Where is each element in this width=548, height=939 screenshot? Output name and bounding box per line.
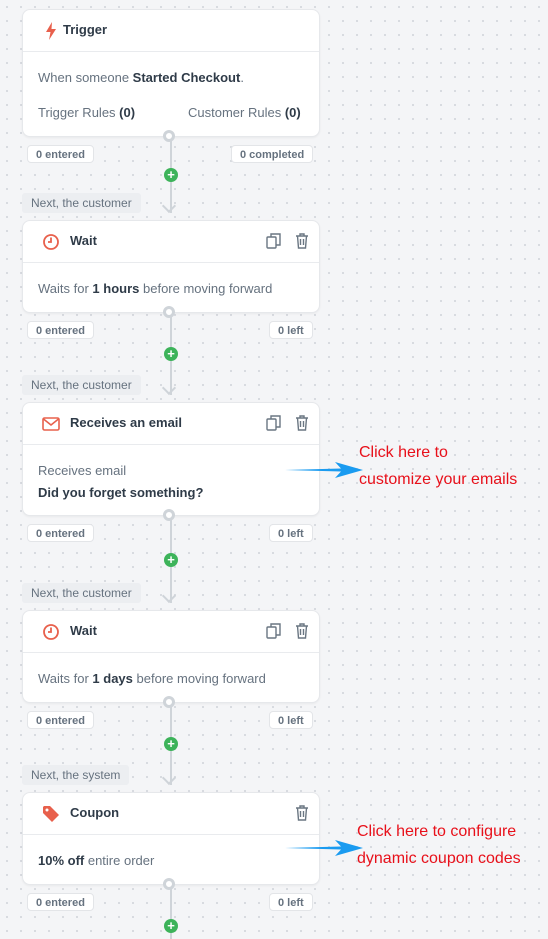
trash-icon[interactable] bbox=[293, 232, 311, 250]
connector-arrow bbox=[161, 770, 177, 786]
email-title: Receives an email bbox=[70, 415, 183, 430]
add-step-button[interactable]: + bbox=[164, 168, 178, 182]
next-label: Next, the customer bbox=[22, 583, 141, 603]
wait-title: Wait bbox=[70, 623, 97, 638]
trigger-title: Trigger bbox=[63, 22, 108, 37]
wait-card-header: Wait bbox=[23, 221, 319, 263]
coupon-entered-count: 0 entered bbox=[27, 893, 94, 911]
envelope-icon bbox=[42, 417, 60, 431]
trigger-desc-prefix: When someone bbox=[38, 70, 133, 85]
wait-duration: 1 days bbox=[92, 671, 133, 686]
coupon-description: 10% off entire order bbox=[38, 853, 154, 868]
lightning-icon bbox=[46, 22, 56, 40]
annotation-arrow bbox=[285, 840, 363, 856]
trigger-rules-label: Trigger Rules bbox=[38, 105, 116, 120]
connector-node bbox=[163, 509, 175, 521]
trash-icon[interactable] bbox=[293, 804, 311, 822]
email-annotation-line2: customize your emails bbox=[359, 471, 518, 488]
trigger-completed-count: 0 completed bbox=[231, 145, 314, 163]
add-step-button[interactable]: + bbox=[164, 553, 178, 567]
coupon-card-header: Coupon bbox=[23, 793, 319, 835]
wait-desc-prefix: Waits for bbox=[38, 281, 93, 296]
trash-icon[interactable] bbox=[293, 414, 311, 432]
wait-card[interactable]: Wait Waits for 1 hours before moving for… bbox=[22, 220, 320, 313]
duplicate-icon[interactable] bbox=[265, 622, 283, 640]
next-label: Next, the customer bbox=[22, 193, 141, 213]
wait-left-count: 0 left bbox=[269, 711, 313, 729]
wait-title: Wait bbox=[70, 233, 97, 248]
connector-arrow bbox=[161, 588, 177, 604]
duplicate-icon[interactable] bbox=[265, 232, 283, 250]
coupon-annotation: Click here to configure dynamic coupon c… bbox=[357, 818, 521, 872]
connector-node bbox=[163, 130, 175, 142]
trigger-event: Started Checkout bbox=[132, 70, 241, 85]
tag-icon bbox=[43, 806, 59, 822]
coupon-title: Coupon bbox=[70, 805, 120, 820]
email-annotation-line1: Click here to bbox=[359, 444, 448, 461]
wait-entered-count: 0 entered bbox=[27, 711, 94, 729]
email-left-count: 0 left bbox=[269, 524, 313, 542]
wait-description: Waits for 1 days before moving forward bbox=[38, 671, 266, 686]
coupon-desc-suffix: entire order bbox=[84, 853, 155, 868]
customer-rules-count: (0) bbox=[284, 105, 301, 120]
wait-desc-suffix: before moving forward bbox=[139, 281, 273, 296]
email-card-header: Receives an email bbox=[23, 403, 319, 445]
customer-rules-label: Customer Rules bbox=[188, 105, 282, 120]
coupon-annotation-line1: Click here to configure bbox=[357, 823, 517, 840]
clock-icon bbox=[43, 234, 59, 250]
coupon-card[interactable]: Coupon 10% off entire order bbox=[22, 792, 320, 885]
wait-description: Waits for 1 hours before moving forward bbox=[38, 281, 272, 296]
connector-arrow bbox=[161, 380, 177, 396]
wait-desc-suffix: before moving forward bbox=[132, 671, 266, 686]
duplicate-icon[interactable] bbox=[265, 414, 283, 432]
trigger-rules-count: (0) bbox=[119, 105, 136, 120]
coupon-left-count: 0 left bbox=[269, 893, 313, 911]
annotation-arrow bbox=[285, 462, 363, 478]
email-card[interactable]: Receives an email Receives email Did you… bbox=[22, 402, 320, 516]
connector-node bbox=[163, 878, 175, 890]
next-label: Next, the customer bbox=[22, 375, 141, 395]
wait-card[interactable]: Wait Waits for 1 days before moving forw… bbox=[22, 610, 320, 703]
wait-card-header: Wait bbox=[23, 611, 319, 653]
coupon-value: 10% off bbox=[38, 853, 85, 868]
email-subject: Did you forget something? bbox=[38, 485, 203, 500]
trigger-rules-link[interactable]: Trigger Rules (0) bbox=[38, 105, 135, 120]
next-label: Next, the system bbox=[22, 765, 130, 785]
trigger-card-header: Trigger bbox=[23, 10, 319, 52]
email-entered-count: 0 entered bbox=[27, 524, 94, 542]
add-step-button[interactable]: + bbox=[164, 737, 178, 751]
customer-rules-link[interactable]: Customer Rules (0) bbox=[188, 105, 301, 120]
wait-duration: 1 hours bbox=[92, 281, 140, 296]
email-body-label: Receives email bbox=[38, 463, 127, 478]
trigger-description: When someone Started Checkout. bbox=[38, 70, 244, 85]
connector-arrow bbox=[161, 198, 177, 214]
trigger-desc-suffix: . bbox=[240, 70, 244, 85]
email-annotation: Click here to customize your emails bbox=[359, 439, 517, 493]
wait-left-count: 0 left bbox=[269, 321, 313, 339]
coupon-annotation-line2: dynamic coupon codes bbox=[357, 850, 521, 867]
trigger-card[interactable]: Trigger When someone Started Checkout. T… bbox=[22, 9, 320, 137]
add-step-button[interactable]: + bbox=[164, 347, 178, 361]
connector-node bbox=[163, 306, 175, 318]
trash-icon[interactable] bbox=[293, 622, 311, 640]
wait-desc-prefix: Waits for bbox=[38, 671, 93, 686]
add-step-button[interactable]: + bbox=[164, 919, 178, 933]
wait-entered-count: 0 entered bbox=[27, 321, 94, 339]
trigger-entered-count: 0 entered bbox=[27, 145, 94, 163]
email-subject-text: Did you forget something? bbox=[38, 485, 204, 500]
clock-icon bbox=[43, 624, 59, 640]
connector-node bbox=[163, 696, 175, 708]
